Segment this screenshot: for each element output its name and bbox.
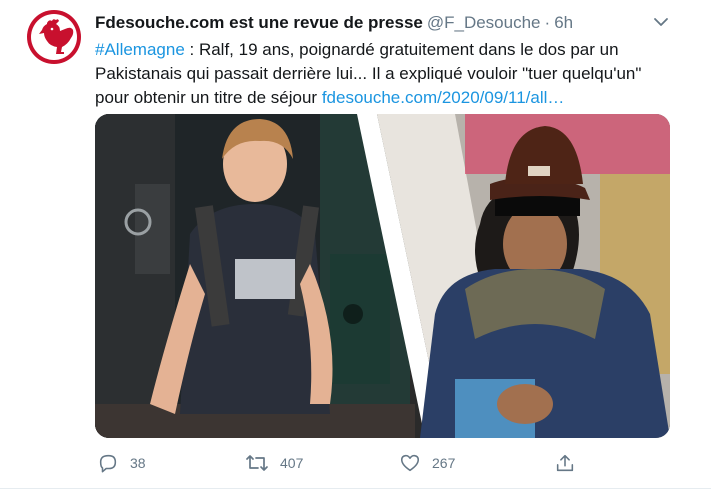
retweet-count: 407 — [280, 455, 304, 471]
share-button[interactable] — [554, 450, 576, 476]
share-icon — [556, 454, 574, 472]
tweet-text-line1: : Ralf, 19 ans, poignardé gratuitement d… — [184, 40, 619, 59]
hashtag-link[interactable]: #Allemagne — [95, 40, 185, 59]
separator-dot: · — [544, 13, 551, 32]
tweet-text-line3: pour obtenir un titre de séjour — [95, 88, 322, 107]
tweet-text: #Allemagne : Ralf, 19 ans, poignardé gra… — [95, 38, 680, 110]
media-photo — [95, 114, 670, 438]
reply-icon — [99, 454, 117, 473]
reply-button[interactable]: 38 — [97, 450, 146, 476]
tweet-text-line2: Pakistanais qui passait derrière lui... … — [95, 64, 642, 83]
user-handle[interactable]: @F_Desouche — [427, 13, 541, 32]
chevron-down-icon[interactable] — [651, 14, 671, 30]
rooster-logo-icon — [39, 19, 74, 54]
tweet-actions: 38 407 267 — [95, 450, 595, 476]
like-count: 267 — [432, 455, 456, 471]
retweet-button[interactable]: 407 — [245, 450, 303, 476]
timestamp[interactable]: 6h — [554, 13, 573, 32]
article-link[interactable]: fdesouche.com/2020/09/11/all… — [322, 88, 565, 107]
retweet-icon — [246, 455, 268, 471]
like-icon — [400, 454, 420, 472]
avatar[interactable] — [27, 10, 81, 64]
tweet-card[interactable]: Fdesouche.com est une revue de presse @F_… — [0, 0, 711, 489]
tweet-media-image[interactable] — [95, 114, 670, 438]
display-name[interactable]: Fdesouche.com est une revue de presse — [95, 13, 423, 32]
reply-count: 38 — [130, 455, 146, 471]
tweet-header: Fdesouche.com est une revue de presse @F_… — [95, 12, 655, 34]
like-button[interactable]: 267 — [399, 450, 455, 476]
